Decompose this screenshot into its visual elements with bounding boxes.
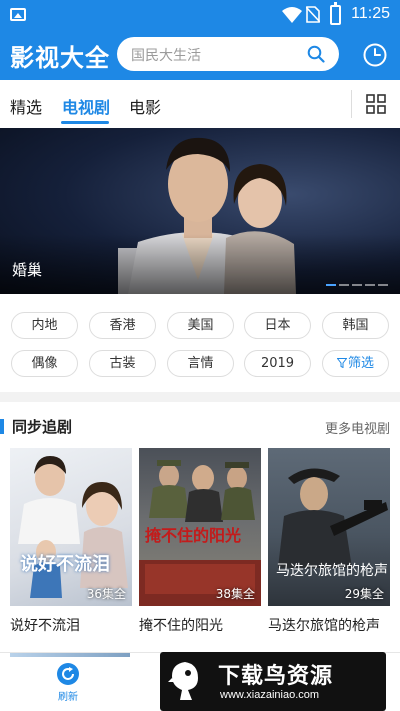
funnel-icon bbox=[336, 358, 347, 368]
chip-year-2019[interactable]: 2019 bbox=[244, 350, 311, 377]
image-notification-icon bbox=[10, 8, 26, 21]
watermark-url: www.xiazainiao.com bbox=[220, 689, 320, 701]
episode-count: 29集全 bbox=[344, 587, 384, 601]
show-title: 马迭尔旅馆的枪声 bbox=[268, 618, 380, 634]
filter-chips: 内地 香港 美国 日本 韩国 偶像 古装 言情 2019 筛选 bbox=[0, 294, 400, 392]
episode-count: 38集全 bbox=[215, 587, 255, 601]
tabs-divider bbox=[351, 90, 352, 118]
show-title: 说好不流泪 bbox=[10, 618, 80, 634]
chip-costume[interactable]: 古装 bbox=[89, 350, 156, 377]
featured-banner[interactable]: 婚巢 bbox=[0, 128, 400, 294]
status-bar: 11:25 bbox=[0, 0, 400, 30]
show-poster: 说好不流泪 36集全 bbox=[10, 448, 132, 606]
filter-button-label: 筛选 bbox=[347, 356, 374, 371]
poster-artwork bbox=[18, 456, 128, 598]
watermark-title: 下载鸟资源 bbox=[218, 664, 334, 689]
watermark-banner: 下载鸟资源 www.xiazainiao.com bbox=[160, 652, 386, 711]
filter-button[interactable]: 筛选 bbox=[322, 350, 389, 377]
chip-japan[interactable]: 日本 bbox=[244, 312, 311, 339]
category-tabs: 精选 电视剧 电影 bbox=[0, 80, 400, 128]
status-time: 11:25 bbox=[351, 5, 390, 22]
chip-romance[interactable]: 言情 bbox=[167, 350, 234, 377]
more-tv-link[interactable]: 更多电视剧 bbox=[325, 418, 390, 437]
next-row-peek bbox=[10, 653, 130, 657]
no-sim-icon bbox=[306, 6, 320, 23]
banner-dot bbox=[378, 284, 388, 286]
app-bar: 影视大全 国民大生活 bbox=[0, 30, 400, 80]
show-poster: 掩不住的阳光 38集全 bbox=[139, 448, 261, 606]
active-tab-indicator bbox=[61, 121, 109, 124]
tab-featured[interactable]: 精选 bbox=[10, 94, 42, 118]
show-card[interactable]: 说好不流泪 36集全 说好不流泪 bbox=[10, 448, 132, 635]
refresh-label: 刷新 bbox=[58, 692, 78, 703]
chip-korea[interactable]: 韩国 bbox=[322, 312, 389, 339]
show-poster: 马迭尔旅馆的枪声 29集全 bbox=[268, 448, 390, 606]
poster-title-art: 马迭尔旅馆的枪声 bbox=[276, 563, 388, 579]
refresh-button[interactable]: 刷新 bbox=[53, 662, 83, 706]
battery-icon bbox=[330, 2, 341, 25]
grid-menu-icon[interactable] bbox=[366, 94, 386, 114]
show-card[interactable]: 掩不住的阳光 38集全 掩不住的阳光 bbox=[139, 448, 261, 635]
show-card[interactable]: 马迭尔旅馆的枪声 29集全 马迭尔旅馆的枪声 bbox=[268, 448, 390, 635]
chip-usa[interactable]: 美国 bbox=[167, 312, 234, 339]
tab-tv-series[interactable]: 电视剧 bbox=[62, 94, 110, 118]
app-title: 影视大全 bbox=[10, 44, 110, 72]
episode-count: 36集全 bbox=[86, 587, 126, 601]
banner-dot bbox=[352, 284, 362, 286]
history-icon[interactable] bbox=[362, 42, 388, 68]
banner-dot bbox=[326, 284, 336, 286]
chip-hongkong[interactable]: 香港 bbox=[89, 312, 156, 339]
search-input[interactable]: 国民大生活 bbox=[117, 37, 339, 71]
section-accent-bar bbox=[0, 419, 4, 434]
banner-dot bbox=[365, 284, 375, 286]
refresh-icon bbox=[57, 663, 79, 685]
banner-page-indicator bbox=[326, 284, 388, 286]
chip-mainland[interactable]: 内地 bbox=[11, 312, 78, 339]
tab-movies[interactable]: 电影 bbox=[129, 94, 161, 118]
chip-idol[interactable]: 偶像 bbox=[11, 350, 78, 377]
search-placeholder: 国民大生活 bbox=[131, 48, 201, 64]
wifi-icon bbox=[282, 7, 302, 23]
poster-artwork bbox=[278, 468, 388, 568]
search-icon[interactable] bbox=[307, 45, 325, 63]
poster-title-art: 说好不流泪 bbox=[20, 554, 110, 575]
section-sync-shows: 同步追剧 更多电视剧 说好不流泪 36集全 说好不流泪 掩不住的阳光 38集全 … bbox=[0, 402, 400, 652]
section-title: 同步追剧 bbox=[12, 418, 73, 436]
banner-title: 婚巢 bbox=[12, 261, 43, 279]
bird-logo-icon bbox=[168, 662, 198, 700]
banner-dot bbox=[339, 284, 349, 286]
show-title: 掩不住的阳光 bbox=[139, 618, 223, 634]
poster-title-art: 掩不住的阳光 bbox=[145, 526, 242, 545]
